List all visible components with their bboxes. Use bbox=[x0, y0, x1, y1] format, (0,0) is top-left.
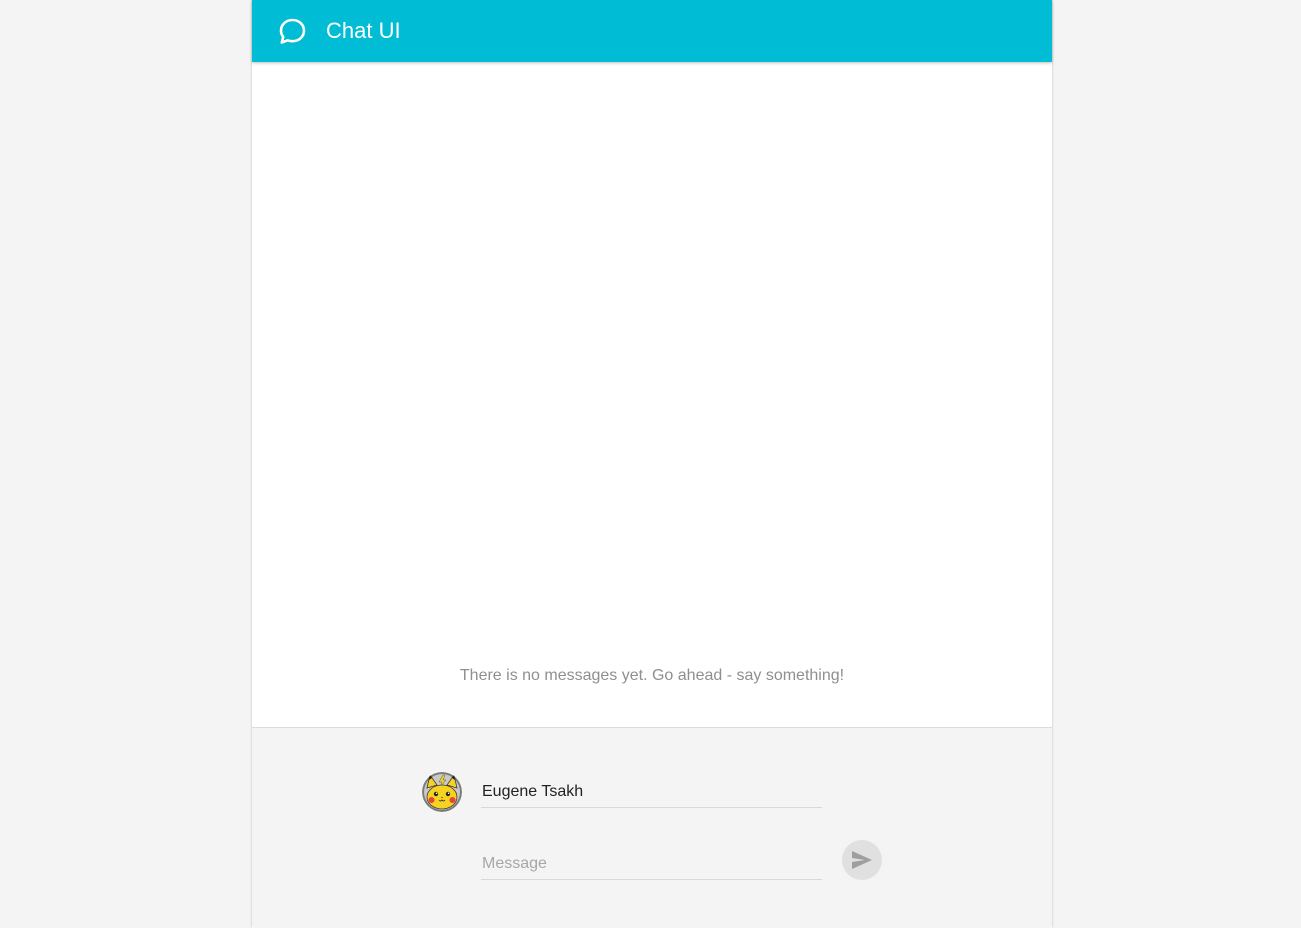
send-button[interactable] bbox=[842, 840, 882, 880]
message-list: There is no messages yet. Go ahead - say… bbox=[252, 62, 1052, 727]
message-composer bbox=[252, 727, 1052, 928]
app-title: Chat UI bbox=[326, 18, 401, 43]
chat-app-panel: Chat UI There is no messages yet. Go ahe… bbox=[252, 0, 1052, 928]
message-input[interactable] bbox=[481, 854, 822, 880]
chat-bubble-icon bbox=[278, 17, 307, 46]
empty-messages-text: There is no messages yet. Go ahead - say… bbox=[459, 667, 845, 684]
username-field[interactable] bbox=[481, 782, 822, 808]
app-bar: Chat UI bbox=[252, 0, 1052, 62]
avatar[interactable] bbox=[422, 772, 462, 812]
